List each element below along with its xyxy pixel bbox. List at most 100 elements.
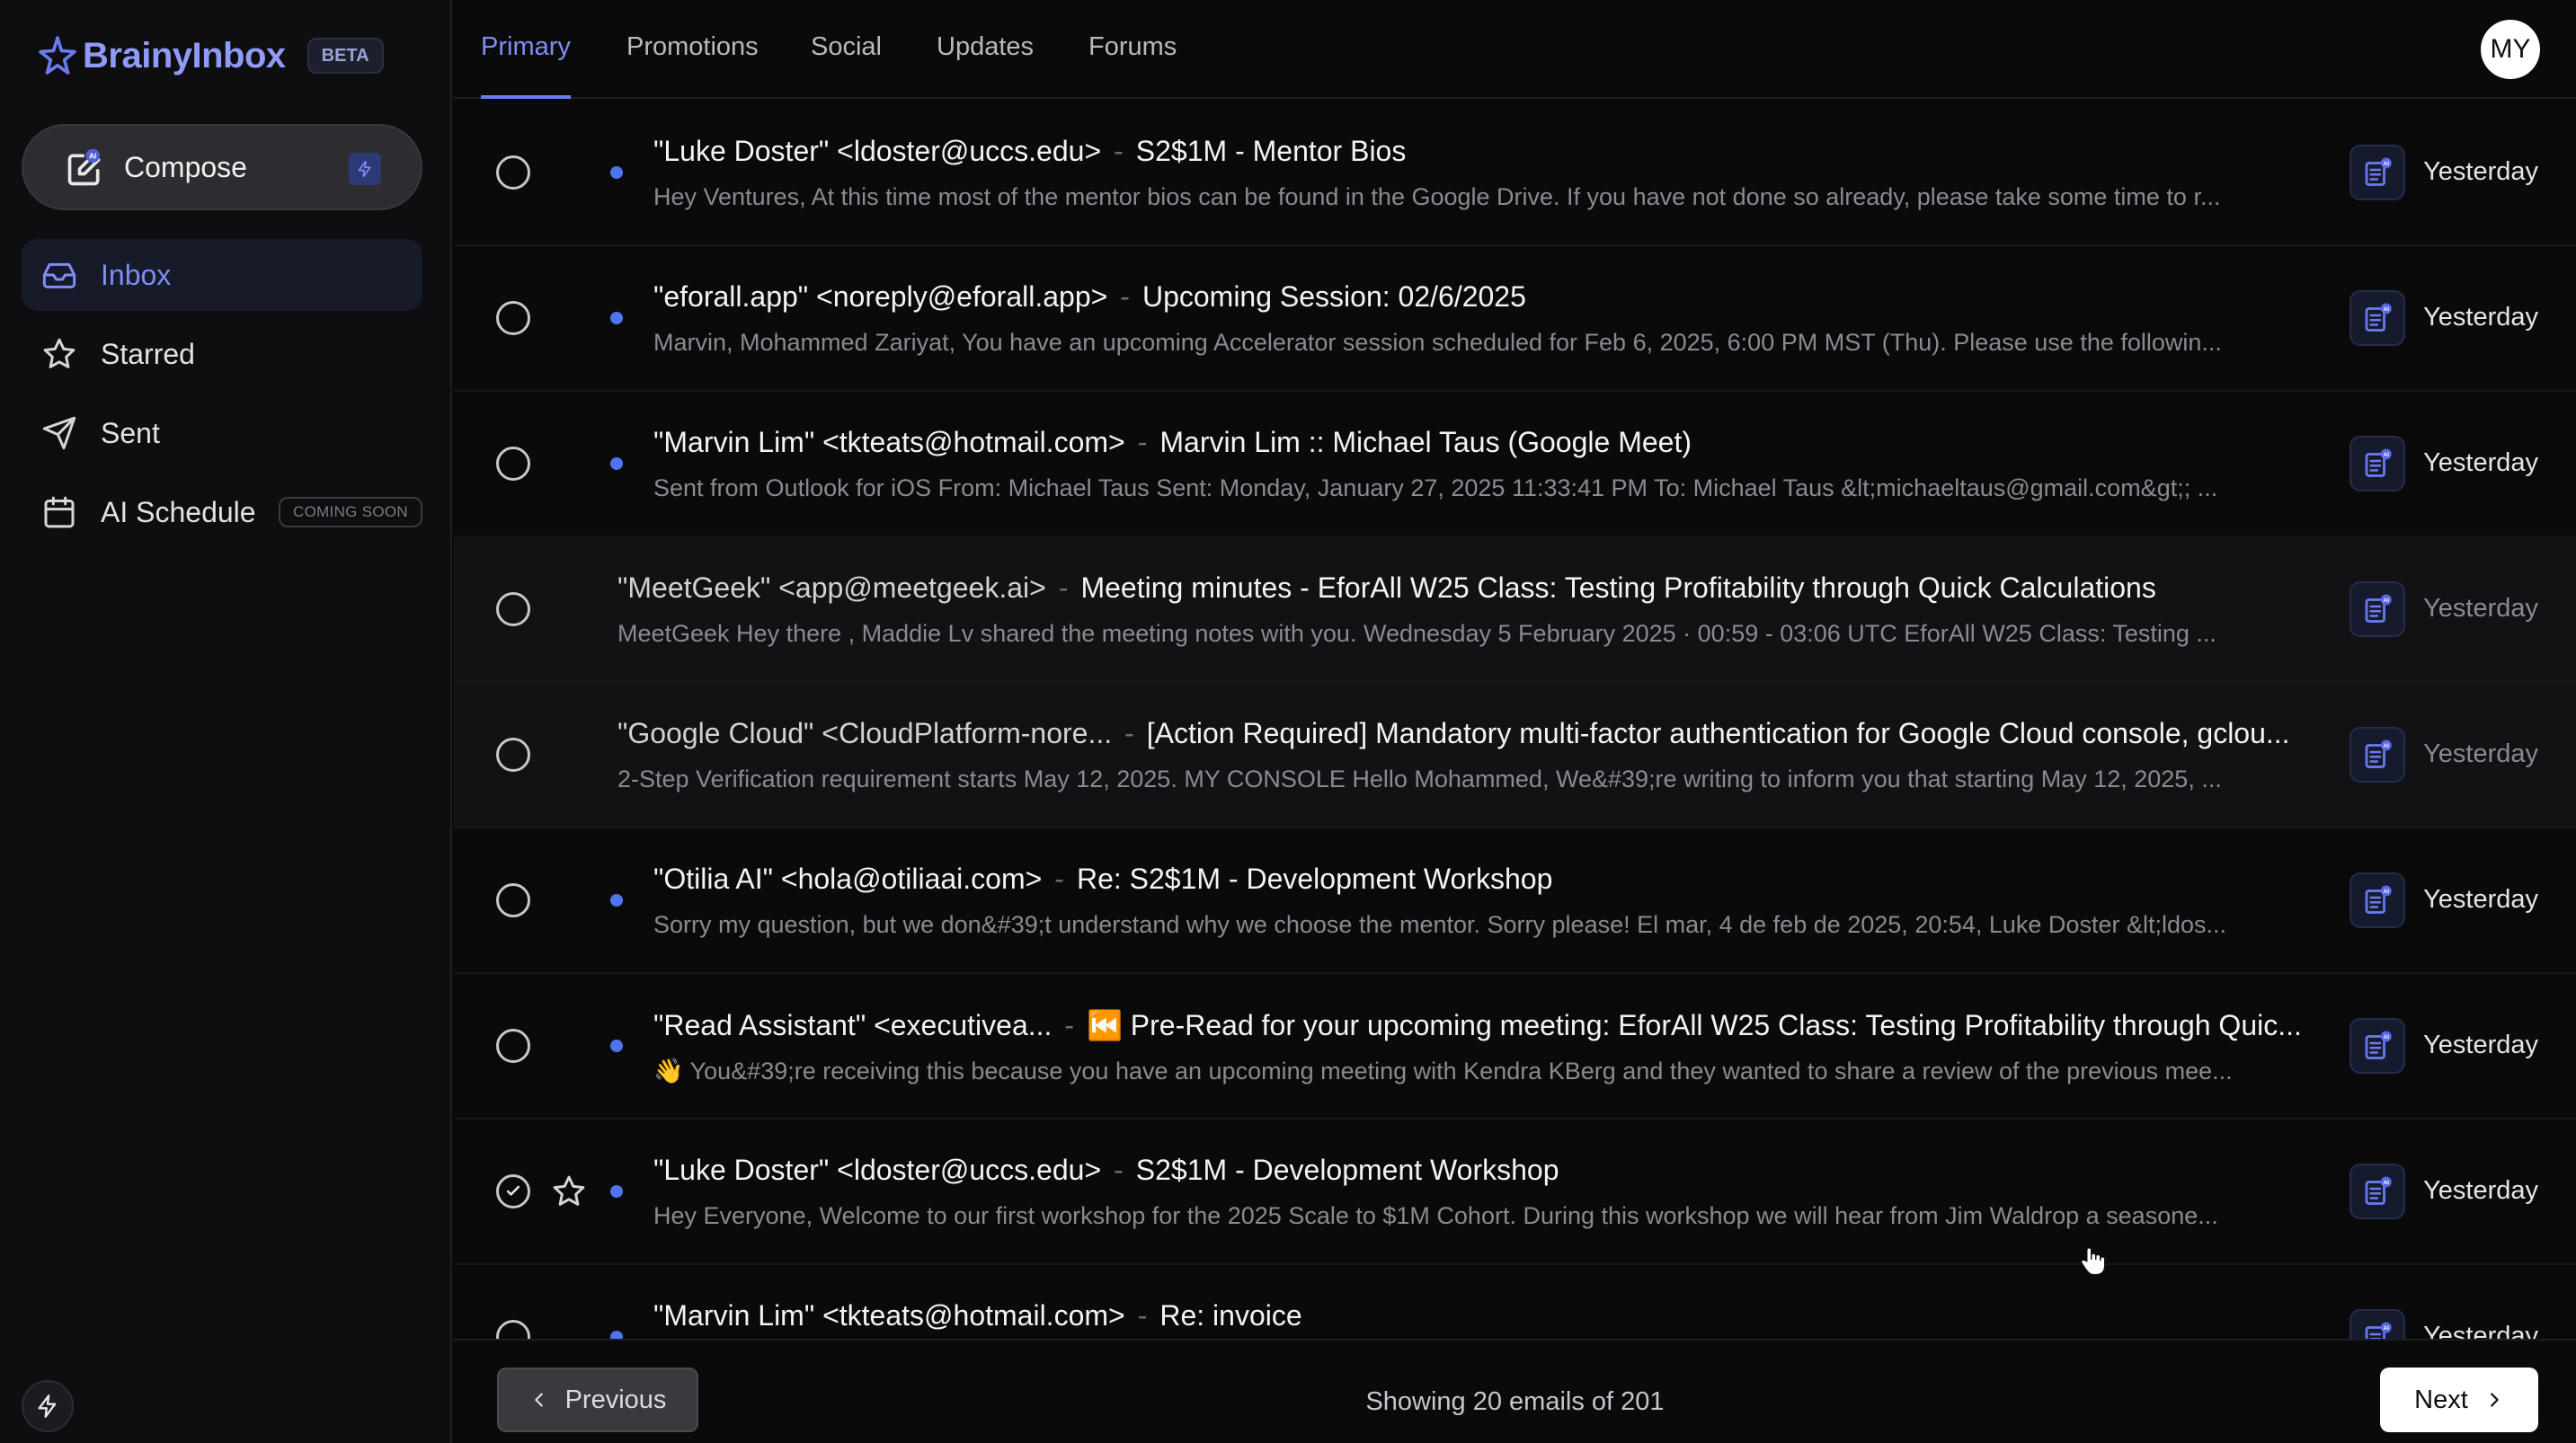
email-preview: MeetGeek Hey there , Maddie Lv shared th… (617, 620, 2216, 647)
email-subject: S2$1M - Mentor Bios (1135, 135, 1407, 167)
email-select-checkbox[interactable] (496, 1029, 530, 1063)
ai-summary-button[interactable]: AI (2349, 872, 2405, 928)
email-date: Yesterday (2423, 448, 2538, 477)
ai-summary-button[interactable]: AI (2349, 1164, 2405, 1219)
mouse-cursor-icon (2080, 1247, 2106, 1276)
sidebar-item-sent[interactable]: Sent (22, 397, 422, 469)
email-date: Yesterday (2423, 1031, 2538, 1059)
email-sender: "Google Cloud" <CloudPlatform-nore... (617, 717, 1113, 749)
next-button[interactable]: Next (2380, 1368, 2538, 1432)
compose-button[interactable]: AI Compose (22, 124, 422, 210)
email-select-checkbox[interactable] (496, 447, 530, 481)
email-select-checkbox[interactable] (496, 1174, 530, 1208)
quick-action-bolt-button[interactable] (22, 1380, 74, 1432)
sidebar-item-ai-schedule[interactable]: AI Schedule COMING SOON (22, 476, 422, 548)
ai-document-icon: AI (2365, 1176, 2392, 1205)
brand-name: BrainyInbox (83, 35, 286, 75)
email-subject: Marvin Lim :: Michael Taus (Google Meet) (1159, 426, 1692, 458)
email-separator: - (1058, 571, 1069, 604)
coming-soon-badge: COMING SOON (279, 497, 422, 527)
ai-summary-button[interactable]: AI (2349, 436, 2405, 491)
email-subject: Upcoming Session: 02/6/2025 (1141, 280, 1526, 313)
email-row[interactable]: "Marvin Lim" <tkteats@hotmail.com> - Marvi… (454, 392, 2576, 537)
ai-summary-button[interactable]: AI (2349, 727, 2405, 783)
svg-text:AI: AI (2383, 889, 2389, 895)
email-select-checkbox[interactable] (496, 1320, 530, 1339)
pagination-status: Showing 20 emails of 201 (1365, 1387, 1665, 1416)
sidebar: BrainyInbox BETA AI Compose Inbox Starre… (0, 0, 452, 1443)
tab-updates[interactable]: Updates (937, 32, 1034, 99)
inbox-icon (42, 262, 76, 288)
tab-forums[interactable]: Forums (1088, 32, 1177, 99)
svg-text:AI: AI (2383, 306, 2389, 313)
email-preview: Hey Everyone, Welcome to our first works… (653, 1202, 2218, 1229)
unread-dot (610, 457, 623, 470)
ai-summary-button[interactable]: AI (2349, 581, 2405, 637)
sidebar-item-inbox[interactable]: Inbox (22, 239, 422, 311)
email-separator: - (1137, 426, 1148, 458)
tab-promotions[interactable]: Promotions (626, 32, 759, 99)
email-separator: - (1120, 280, 1130, 313)
email-row[interactable]: "Google Cloud" <CloudPlatform-nore... - [A… (454, 683, 2576, 828)
email-list: "Luke Doster" <ldoster@uccs.edu> - S2$1M -… (454, 101, 2576, 1339)
email-separator: - (1064, 1009, 1075, 1041)
svg-text:AI: AI (2383, 1180, 2389, 1186)
email-select-checkbox[interactable] (496, 883, 530, 917)
email-row[interactable]: "Marvin Lim" <tkteats@hotmail.com> - Re: i… (454, 1265, 2576, 1339)
tab-primary[interactable]: Primary (481, 32, 571, 99)
email-row[interactable]: "Otilia AI" <hola@otiliaai.com> - Re: S2$1… (454, 828, 2576, 974)
email-select-checkbox[interactable] (496, 301, 530, 335)
brand[interactable]: BrainyInbox BETA (36, 34, 384, 77)
email-header-line: "Otilia AI" <hola@otiliaai.com> - Re: S2$1… (653, 863, 2323, 896)
email-row[interactable]: "Luke Doster" <ldoster@uccs.edu> - S2$1M -… (454, 1120, 2576, 1265)
star-icon (43, 338, 76, 368)
ai-summary-button[interactable]: AI (2349, 1018, 2405, 1074)
compose-bolt-icon[interactable] (349, 153, 381, 185)
email-subject: ⏮️ Pre-Read for your upcoming meeting: E… (1087, 1009, 2302, 1041)
sidebar-item-label: AI Schedule (101, 495, 256, 528)
ai-summary-button[interactable]: AI (2349, 1309, 2405, 1339)
svg-text:AI: AI (2383, 743, 2389, 749)
ai-document-icon: AI (2365, 303, 2392, 332)
email-sender: "Otilia AI" <hola@otiliaai.com> (653, 863, 1043, 895)
svg-text:AI: AI (2383, 452, 2389, 458)
avatar[interactable]: MY (2481, 20, 2540, 79)
email-sender: "Marvin Lim" <tkteats@hotmail.com> (653, 426, 1125, 458)
email-separator: - (1054, 863, 1064, 895)
ai-document-icon: AI (2365, 157, 2392, 186)
email-preview: Hey Ventures, At this time most of the m… (653, 183, 2221, 210)
email-subject: [Action Required] Mandatory multi-factor… (1146, 717, 2290, 749)
email-separator: - (1124, 717, 1134, 749)
email-header-line: "Luke Doster" <ldoster@uccs.edu> - S2$1M -… (653, 1154, 2323, 1187)
email-row[interactable]: "Read Assistant" <executivea... - ⏮️ Pre-R… (454, 974, 2576, 1120)
main-panel: Primary Promotions Social Updates Forums… (454, 0, 2576, 1443)
email-row[interactable]: "MeetGeek" <app@meetgeek.ai> - Meeting min… (454, 537, 2576, 683)
unread-dot (610, 894, 623, 907)
email-date: Yesterday (2423, 739, 2538, 768)
email-select-checkbox[interactable] (496, 738, 530, 772)
tab-social[interactable]: Social (811, 32, 882, 99)
email-select-checkbox[interactable] (496, 592, 530, 626)
email-header-line: "Google Cloud" <CloudPlatform-nore... - [A… (617, 717, 2323, 750)
sidebar-item-starred[interactable]: Starred (22, 318, 422, 390)
email-date: Yesterday (2423, 1322, 2538, 1339)
email-select-checkbox[interactable] (496, 155, 530, 190)
email-separator: - (1114, 1154, 1124, 1186)
email-row[interactable]: "eforall.app" <noreply@eforall.app> - Upco… (454, 246, 2576, 392)
email-preview: Sent from Outlook for iOS From: Michael … (653, 474, 2218, 501)
bolt-icon (38, 1394, 57, 1418)
email-separator: - (1137, 1299, 1148, 1332)
star-toggle-icon[interactable] (551, 1173, 587, 1209)
email-subject: Re: invoice (1159, 1299, 1302, 1332)
ai-summary-button[interactable]: AI (2349, 145, 2405, 200)
calendar-icon (44, 496, 75, 528)
email-date: Yesterday (2423, 1176, 2538, 1205)
email-header-line: "Marvin Lim" <tkteats@hotmail.com> - Marvi… (653, 426, 2323, 459)
ai-document-icon: AI (2365, 448, 2392, 477)
email-separator: - (1114, 135, 1124, 167)
ai-summary-button[interactable]: AI (2349, 290, 2405, 346)
unread-dot (610, 166, 623, 179)
pagination-footer: Previous Showing 20 emails of 201 Next (454, 1339, 2576, 1443)
email-row[interactable]: "Luke Doster" <ldoster@uccs.edu> - S2$1M -… (454, 101, 2576, 246)
ai-document-icon: AI (2365, 885, 2392, 914)
